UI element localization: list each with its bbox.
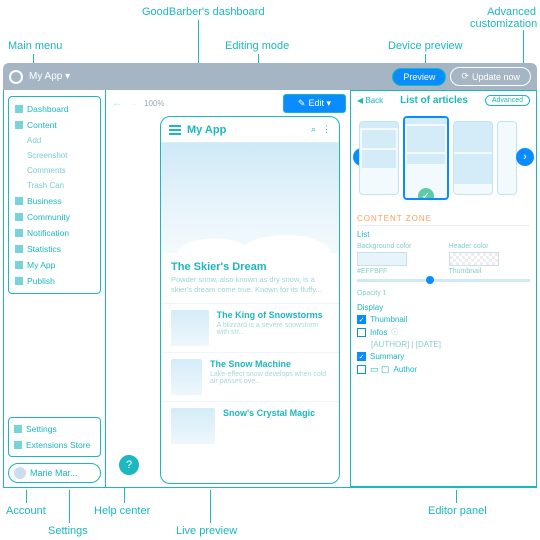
account-name: Marie Mar... <box>30 468 78 478</box>
menu-settings[interactable]: Settings <box>12 421 97 437</box>
menu-notification[interactable]: Notification <box>13 225 96 241</box>
check-icon: ✓ <box>418 188 434 200</box>
panel-title: List of articles <box>387 95 481 106</box>
thumbnail <box>171 310 209 346</box>
preview-button[interactable]: Preview <box>392 68 446 86</box>
menu-myapp[interactable]: My App <box>13 257 96 273</box>
submenu-comments[interactable]: Comments <box>13 163 96 178</box>
field-label: Background color <box>357 243 439 250</box>
label-live-preview: Live preview <box>176 525 237 537</box>
main-menu: Dashboard Content Add Screenshot Comment… <box>8 96 101 294</box>
help-button[interactable]: ? <box>119 455 139 475</box>
zoom-level[interactable]: 100% <box>144 99 164 108</box>
display-label: Display <box>357 303 530 312</box>
opacity-slider[interactable] <box>357 279 530 282</box>
sidebar: Dashboard Content Add Screenshot Comment… <box>4 90 106 487</box>
checkbox-infos[interactable]: Infos ⓘ <box>357 327 530 337</box>
list-item[interactable]: Snow's Crystal Magic <box>161 401 339 450</box>
app-selector[interactable]: My App ▾ <box>29 71 70 82</box>
editor-panel: ◀ Back List of articles Advanced ‹ Check… <box>350 90 536 487</box>
color-swatch[interactable] <box>357 252 407 266</box>
info-format: [AUTHOR] | [DATE] <box>357 340 530 349</box>
field-label: Header color <box>449 243 531 250</box>
dashboard: Dashboard Content Add Screenshot Comment… <box>3 90 537 488</box>
carousel-next-icon[interactable]: › <box>516 148 534 166</box>
template-option[interactable]: Immersive <box>453 121 493 195</box>
section-title: CONTENT ZONE <box>357 214 530 226</box>
store-icon <box>14 441 22 449</box>
color-swatch[interactable] <box>449 252 499 266</box>
edit-button[interactable]: ✎Edit ▾ <box>283 94 346 113</box>
list-item[interactable]: The King of SnowstormsA blizzard is a se… <box>161 303 339 352</box>
update-button[interactable]: ⟳Update now <box>450 67 531 86</box>
submenu-screenshot[interactable]: Screenshot <box>13 148 96 163</box>
hamburger-icon[interactable] <box>169 125 181 135</box>
submenu-trash[interactable]: Trash Can <box>13 178 96 193</box>
pencil-icon: ✎ <box>298 98 306 109</box>
topbar: My App ▾ Preview ⟳Update now <box>3 63 537 90</box>
dashboard-icon <box>15 105 23 113</box>
menu-publish[interactable]: Publish <box>13 273 96 289</box>
phone-header: My App ⌕ ⋮ <box>161 117 339 143</box>
account-button[interactable]: Marie Mar... <box>8 463 101 483</box>
label-editor-panel: Editor panel <box>428 505 487 517</box>
menu-community[interactable]: Community <box>13 209 96 225</box>
label-advanced: Advanced customization <box>470 6 536 30</box>
menu-extensions[interactable]: Extensions Store <box>12 437 97 453</box>
th-label: Thumbnail <box>449 268 531 275</box>
template-carousel: ‹ Checkerboard ✓Une Classic Immersive › <box>357 110 530 206</box>
template-option[interactable]: Checkerboard <box>359 121 399 195</box>
undo-icon[interactable]: ← <box>112 98 122 109</box>
toolbar: ← → 100% ✎Edit ▾ <box>112 94 346 112</box>
label-main-menu: Main menu <box>8 40 62 52</box>
menu-statistics[interactable]: Statistics <box>13 241 96 257</box>
avatar-icon <box>14 467 26 479</box>
list-item[interactable]: The Snow MachineLake-effect snow develop… <box>161 352 339 401</box>
phone-title: My App <box>187 124 305 136</box>
hero-image <box>161 143 339 253</box>
list-label: List <box>357 230 530 239</box>
live-preview: My App ⌕ ⋮ The Skier's Dream Powder snow… <box>160 116 340 484</box>
bottom-menu: Settings Extensions Store <box>8 417 101 457</box>
label-account: Account <box>6 505 46 517</box>
back-button[interactable]: ◀ Back <box>357 96 383 105</box>
menu-content[interactable]: Content <box>13 117 96 133</box>
template-option[interactable] <box>497 121 517 195</box>
hex-value: #EFFBFF <box>357 268 439 275</box>
thumbnail <box>171 408 215 444</box>
label-device-preview: Device preview <box>388 40 463 52</box>
label-help: Help center <box>94 505 150 517</box>
gear-icon <box>14 425 22 433</box>
more-icon[interactable]: ⋮ <box>322 124 331 135</box>
label-dashboard: GoodBarber's dashboard <box>142 6 265 18</box>
checkbox-thumbnail[interactable]: ✓Thumbnail <box>357 315 530 324</box>
search-icon[interactable]: ⌕ <box>311 124 316 135</box>
menu-business[interactable]: Business <box>13 193 96 209</box>
article-title[interactable]: The Skier's Dream <box>161 253 339 275</box>
menu-dashboard[interactable]: Dashboard <box>13 101 96 117</box>
label-settings: Settings <box>48 525 88 537</box>
article-subtitle: Powder snow, also known as dry snow, is … <box>161 275 339 303</box>
submenu-add[interactable]: Add <box>13 133 96 148</box>
template-option-selected[interactable]: ✓Une Classic <box>403 116 449 200</box>
checkbox-summary[interactable]: ✓Summary <box>357 352 530 361</box>
label-editing-mode: Editing mode <box>225 40 289 52</box>
checkbox-author[interactable]: ▭ ▢Author <box>357 364 530 375</box>
content-icon <box>15 121 23 129</box>
redo-icon[interactable]: → <box>128 98 138 109</box>
thumbnail <box>171 359 202 395</box>
opacity-label: Opacity 1 <box>357 290 530 297</box>
advanced-button[interactable]: Advanced <box>485 95 530 106</box>
logo-icon <box>9 70 23 84</box>
